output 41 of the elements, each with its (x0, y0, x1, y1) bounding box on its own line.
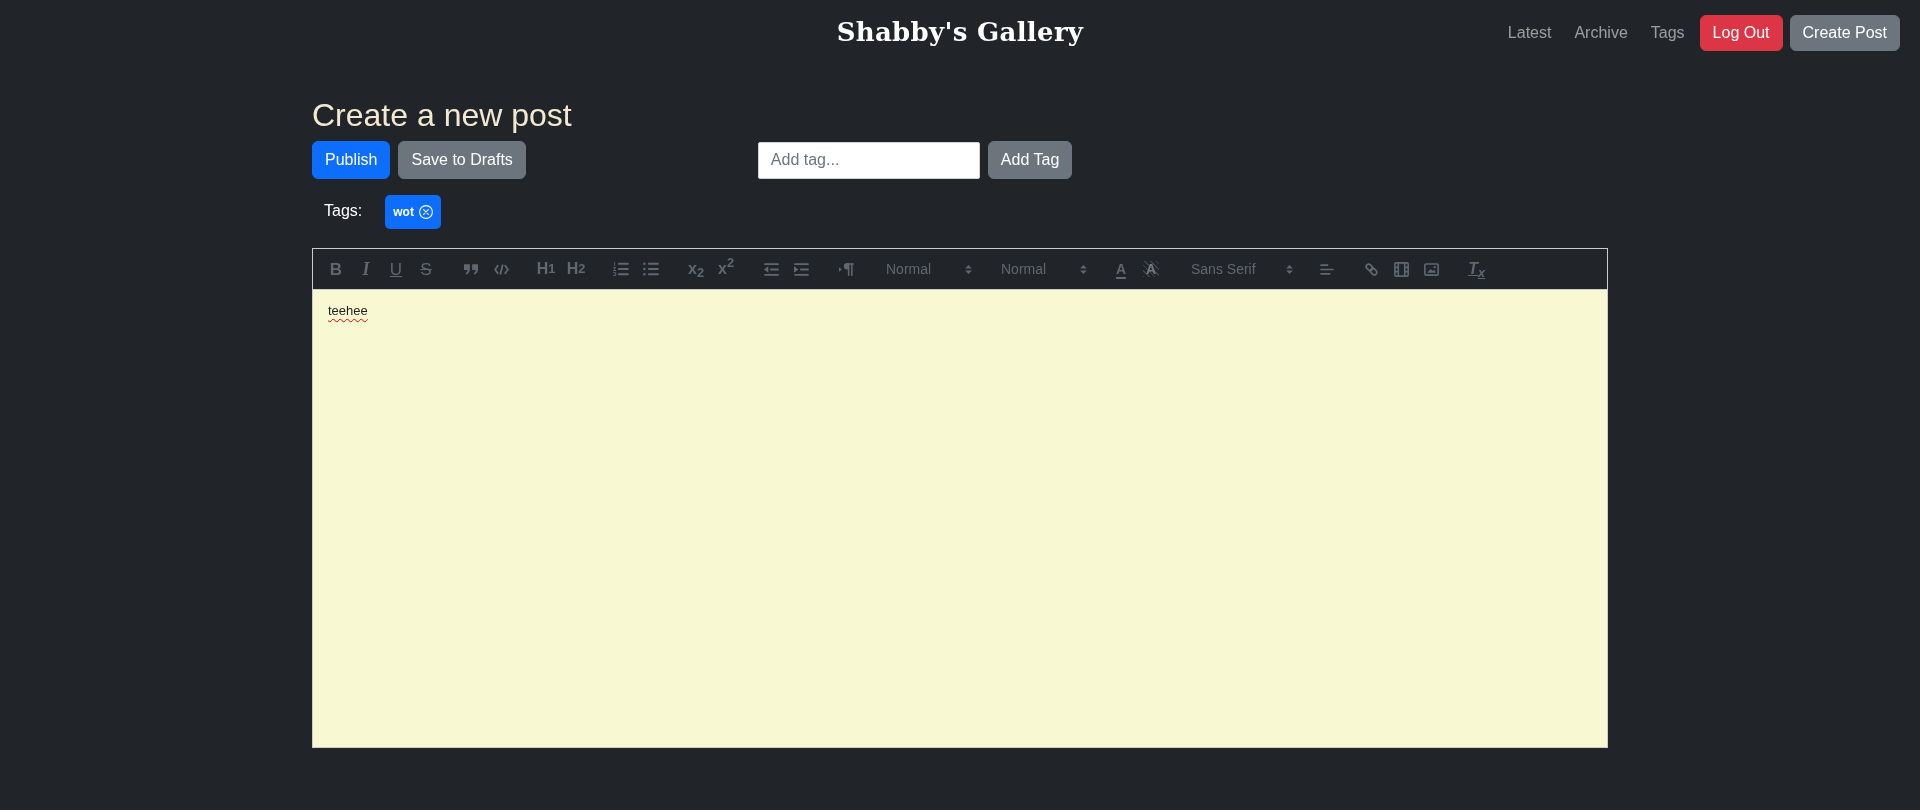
underline-button[interactable]: U (381, 257, 411, 282)
link-icon (1364, 261, 1380, 277)
format-dropdown[interactable]: Normal (991, 257, 1091, 282)
numbered-list-icon (613, 262, 629, 277)
tag-input[interactable]: Add tag... (757, 141, 980, 179)
text-color-button[interactable]: A (1106, 257, 1136, 282)
strikethrough-button[interactable]: S (411, 257, 441, 282)
format-dropdown[interactable]: Sans Serif (1181, 257, 1297, 282)
bullet-list-icon (643, 262, 659, 277)
superscript-button[interactable]: x$^{2}$ (711, 257, 741, 282)
nav-link[interactable]: Archive (1566, 13, 1636, 53)
add-tag-button[interactable]: Add Tag (987, 141, 1073, 180)
bold-button[interactable]: B (321, 257, 351, 282)
film-icon (1394, 261, 1410, 277)
editor-text: teehee (328, 303, 368, 319)
nav-link[interactable]: Latest (1499, 13, 1560, 53)
create-post-button[interactable]: Create Post (1789, 15, 1900, 51)
updown-caret-icon (1080, 263, 1087, 275)
image-icon (1424, 262, 1440, 276)
align-left-icon (1319, 263, 1334, 275)
save-drafts-button[interactable]: Save to Drafts (398, 141, 526, 180)
tags-label: Tags: (323, 201, 363, 222)
subscript-button[interactable]: x$_{2}$ (681, 257, 711, 282)
nav-link[interactable]: Tags (1642, 13, 1693, 53)
remove-tag-icon[interactable] (418, 205, 433, 220)
logout-button[interactable]: Log Out (1699, 15, 1783, 51)
outdent-icon (763, 262, 779, 276)
editor-area[interactable]: teehee (312, 290, 1608, 749)
italic-button[interactable]: I (351, 257, 381, 282)
updown-caret-icon (965, 263, 972, 275)
tag-label: wot (393, 204, 414, 222)
updown-caret-icon (1285, 263, 1293, 275)
publish-button[interactable]: Publish (312, 141, 391, 180)
code-icon (493, 263, 509, 275)
indent-icon (793, 262, 809, 276)
format-dropdown[interactable]: Normal (876, 257, 976, 282)
clear-format-button[interactable]: T$_{x}$ (1461, 257, 1492, 282)
pilcrow-icon (838, 262, 854, 276)
quote-icon (464, 263, 478, 275)
page-title: Create a new post (312, 96, 573, 135)
site-logo[interactable]: Shabby's Gallery (836, 17, 1084, 49)
